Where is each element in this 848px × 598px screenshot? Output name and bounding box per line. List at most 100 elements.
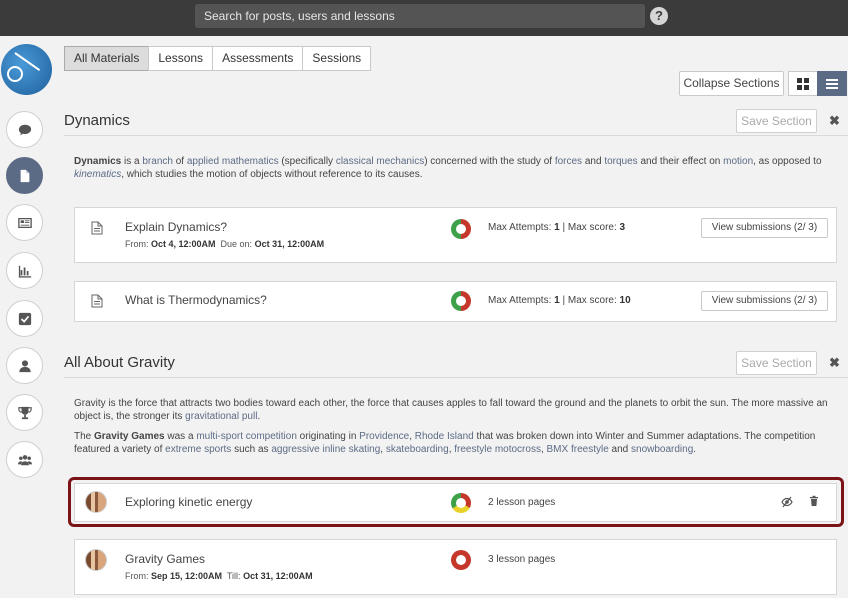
assessment-card[interactable]: Explain Dynamics? From: Oct 4, 12:00AM D… [74, 207, 837, 263]
sidebar-item-groups[interactable] [6, 441, 43, 478]
desc-text: ) concerned with the study of [424, 156, 555, 167]
section-description: The Gravity Games was a multi-sport comp… [74, 430, 840, 456]
score-label: Max score: [567, 222, 620, 233]
desc-link[interactable]: snowboarding [631, 444, 693, 455]
desc-text: , which studies the motion of objects wi… [121, 169, 423, 180]
desc-text: and [608, 444, 632, 455]
assessment-title[interactable]: Explain Dynamics? [125, 220, 227, 234]
grid-view-button[interactable] [788, 71, 818, 96]
checkbox-icon [18, 312, 31, 325]
save-section-button[interactable]: Save Section [736, 351, 817, 375]
due-label: Due on: [215, 239, 255, 249]
lesson-dates: From: Sep 15, 12:00AM Till: Oct 31, 12:0… [125, 571, 313, 581]
list-icon [826, 78, 838, 89]
progress-ring-icon [451, 550, 471, 570]
sidebar-item-tasks[interactable] [6, 300, 43, 337]
from-date: Oct 4, 12:00AM [151, 239, 216, 249]
desc-term: Dynamics [74, 156, 122, 167]
progress-ring-icon [451, 219, 471, 239]
desc-link[interactable]: Providence [359, 431, 409, 442]
desc-term: Gravity Games [94, 431, 165, 442]
sidebar-item-stats[interactable] [6, 252, 43, 289]
users-icon [17, 454, 32, 465]
close-section-icon[interactable]: ✖ [829, 113, 840, 129]
desc-link[interactable]: torques [604, 156, 637, 167]
sidebar-item-news[interactable] [6, 204, 43, 241]
lesson-card[interactable]: Gravity Games From: Sep 15, 12:00AM Till… [74, 539, 837, 595]
sidebar-item-profile[interactable] [6, 347, 43, 384]
desc-link[interactable]: multi-sport competition [196, 431, 297, 442]
desc-link[interactable]: forces [555, 156, 582, 167]
save-section-button[interactable]: Save Section [736, 109, 817, 133]
view-submissions-button[interactable]: View submissions (2/ 3) [701, 218, 828, 238]
bar-chart-icon [18, 265, 31, 278]
material-filter-tabs: All Materials Lessons Assessments Sessio… [64, 46, 372, 71]
section-divider [64, 377, 848, 378]
folder-icon [20, 169, 29, 182]
desc-link[interactable]: freestyle motocross [454, 444, 541, 455]
attempts-label: Max Attempts: [488, 222, 555, 233]
desc-link[interactable]: kinematics [74, 169, 121, 180]
from-label: From: [125, 571, 151, 581]
desc-link[interactable]: BMX freestyle [547, 444, 609, 455]
sidebar-item-materials[interactable] [6, 157, 43, 194]
document-icon [91, 294, 103, 308]
desc-link[interactable]: extreme sports [165, 444, 231, 455]
desc-text: The [74, 431, 95, 442]
desc-text: . [257, 411, 261, 422]
tab-sessions[interactable]: Sessions [302, 46, 372, 71]
assessment-meta: Max Attempts: 1 | Max score: 3 [488, 222, 625, 233]
desc-link[interactable]: Rhode Island [415, 431, 474, 442]
desc-link[interactable]: gravitational pull [185, 411, 257, 422]
lesson-title[interactable]: Gravity Games [125, 552, 205, 566]
assessment-meta: Max Attempts: 1 | Max score: 10 [488, 295, 631, 306]
view-submissions-button[interactable]: View submissions (2/ 3) [701, 291, 828, 311]
tab-all-materials[interactable]: All Materials [64, 46, 150, 71]
section-description: Gravity is the force that attracts two b… [74, 397, 840, 423]
score-value: 3 [619, 222, 626, 233]
list-view-button[interactable] [817, 71, 847, 96]
trophy-icon [17, 406, 32, 419]
desc-text: , as opposed to [753, 156, 822, 167]
tab-lessons[interactable]: Lessons [148, 46, 214, 71]
desc-link[interactable]: aggressive inline skating [271, 444, 380, 455]
score-label: Max score: [567, 295, 620, 306]
sidebar-item-chat[interactable] [6, 111, 43, 148]
desc-text: was a [164, 431, 197, 442]
top-bar: Search for posts, users and lessons ? [0, 0, 848, 36]
search-input[interactable]: Search for posts, users and lessons [195, 4, 645, 28]
attempts-label: Max Attempts: [488, 295, 555, 306]
collapse-sections-button[interactable]: Collapse Sections [679, 71, 784, 96]
desc-link[interactable]: classical mechanics [336, 156, 424, 167]
desc-link[interactable]: motion [723, 156, 753, 167]
meta-separator: | [559, 222, 568, 233]
desc-text: originating in [296, 431, 360, 442]
desc-text: . [693, 444, 697, 455]
document-icon [91, 221, 103, 235]
assessment-card[interactable]: What is Thermodynamics? Max Attempts: 1 … [74, 281, 837, 322]
selected-item-highlight [68, 477, 844, 527]
meta-separator: | [559, 295, 568, 306]
desc-text: and [582, 156, 605, 167]
help-icon[interactable]: ? [650, 7, 668, 25]
desc-link[interactable]: branch [142, 156, 173, 167]
tab-assessments[interactable]: Assessments [212, 46, 304, 71]
desc-link[interactable]: applied mathematics [187, 156, 279, 167]
close-section-icon[interactable]: ✖ [829, 355, 840, 371]
desc-text: of [172, 156, 187, 167]
desc-link[interactable]: skateboarding [386, 444, 449, 455]
assessment-title[interactable]: What is Thermodynamics? [125, 293, 267, 307]
chat-icon [18, 124, 31, 135]
desc-text: (specifically [278, 156, 336, 167]
avatar [85, 549, 107, 571]
grid-icon [797, 77, 809, 90]
newspaper-icon [17, 217, 32, 228]
progress-ring-icon [451, 291, 471, 311]
section-divider [64, 135, 848, 136]
section-title: All About Gravity [64, 354, 175, 371]
section-description: Dynamics is a branch of applied mathemat… [74, 155, 840, 181]
till-date: Oct 31, 12:00AM [243, 571, 313, 581]
sidebar-item-achievements[interactable] [6, 394, 43, 431]
section-title: Dynamics [64, 112, 130, 129]
app-logo[interactable] [1, 44, 52, 95]
